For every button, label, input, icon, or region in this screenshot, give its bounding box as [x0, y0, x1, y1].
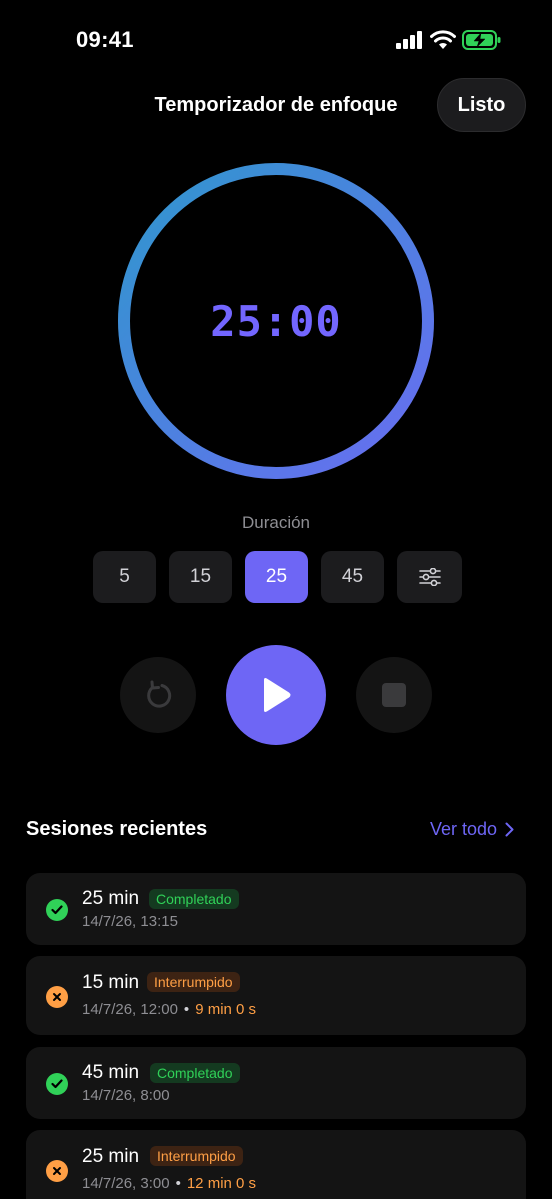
status-badge: Completado	[150, 1063, 240, 1083]
session-duration: 25 min	[82, 1146, 140, 1167]
play-icon	[264, 678, 291, 712]
duration-option-5[interactable]: 5	[93, 551, 156, 603]
timer-display: 25:00	[210, 296, 342, 346]
chevron-right-icon	[505, 822, 514, 837]
session-duration: 15 min	[82, 972, 140, 993]
session-timestamp: 14/7/26, 3:00	[82, 1175, 170, 1192]
x-circle-icon	[46, 1160, 68, 1182]
session-duration: 25 min	[82, 888, 140, 909]
check-circle-icon	[46, 1073, 68, 1095]
see-all-link[interactable]: Ver todo	[430, 819, 514, 840]
session-timestamp: 14/7/26, 12:00	[82, 1001, 178, 1018]
status-badge: Completado	[149, 889, 239, 909]
duration-selector: 5 15 25 45	[93, 551, 462, 603]
session-date: 14/7/26, 8:00	[82, 1087, 170, 1104]
timer-controls	[0, 645, 552, 745]
sessions-title: Sesiones recientes	[26, 818, 208, 840]
sliders-icon	[418, 568, 441, 586]
session-item[interactable]: 25 min Completado 14/7/26, 13:15	[26, 873, 526, 945]
reset-icon	[147, 680, 172, 708]
done-button[interactable]: Listo	[437, 78, 526, 132]
reset-button[interactable]	[120, 657, 196, 733]
duration-label: Duración	[241, 513, 311, 532]
sessions-header: Sesiones recientes Ver todo	[26, 818, 526, 844]
session-item[interactable]: 15 min Interrumpido 14/7/26, 12:00 • 9 min…	[26, 956, 526, 1035]
session-date: 14/7/26, 3:00 • 12 min 0 s	[82, 1175, 257, 1192]
session-item[interactable]: 45 min Completado 14/7/26, 8:00	[26, 1047, 526, 1119]
battery-charging-icon	[462, 30, 501, 50]
status-bar: 09:41	[0, 0, 552, 80]
status-badge: Interrumpido	[147, 972, 240, 992]
timer-ring: 25:00	[116, 161, 436, 481]
stop-button[interactable]	[356, 657, 432, 733]
x-circle-icon	[46, 986, 68, 1008]
duration-option-15[interactable]: 15	[169, 551, 232, 603]
session-duration: 45 min	[82, 1062, 140, 1083]
see-all-label: Ver todo	[429, 819, 497, 839]
play-button[interactable]	[226, 645, 326, 745]
session-item[interactable]: 25 min Interrumpido 14/7/26, 3:00 • 12 min…	[26, 1130, 526, 1199]
session-timestamp: 14/7/26, 13:15	[82, 913, 178, 930]
stop-icon	[382, 683, 406, 707]
status-badge: Interrumpido	[150, 1146, 243, 1166]
duration-option-25[interactable]: 25	[245, 551, 308, 603]
session-date: 14/7/26, 13:15	[82, 913, 178, 930]
session-elapsed: 12 min 0 s	[186, 1175, 257, 1192]
session-timestamp: 14/7/26, 8:00	[82, 1087, 170, 1104]
wifi-icon	[430, 30, 456, 49]
header: Temporizador de enfoque Listo	[0, 78, 552, 134]
session-date: 14/7/26, 12:00 • 9 min 0 s	[82, 1001, 257, 1018]
cellular-signal-icon	[396, 31, 422, 49]
status-time: 09:41	[76, 27, 134, 52]
session-elapsed: 9 min 0 s	[195, 1001, 257, 1018]
check-circle-icon	[46, 899, 68, 921]
duration-option-45[interactable]: 45	[321, 551, 384, 603]
custom-duration-button[interactable]	[397, 551, 462, 603]
status-icons	[396, 30, 502, 50]
